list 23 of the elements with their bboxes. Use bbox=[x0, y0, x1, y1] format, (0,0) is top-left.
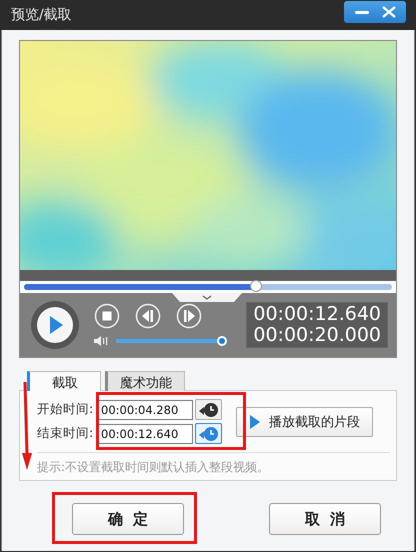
set-time-button[interactable] bbox=[195, 399, 222, 420]
hint-text: 提示:不设置截取时间则默认插入整段视频。 bbox=[37, 452, 390, 476]
play-button[interactable] bbox=[30, 300, 80, 350]
play-icon bbox=[249, 414, 261, 430]
play-segment-button[interactable]: 播放截取的片段 bbox=[236, 406, 373, 436]
collapse-tab[interactable] bbox=[172, 293, 242, 303]
total-time: 00:00:20.000 bbox=[253, 325, 381, 346]
close-icon[interactable] bbox=[380, 5, 398, 19]
current-time: 00:00:12.640 bbox=[253, 304, 381, 325]
next-frame-button[interactable] bbox=[176, 303, 202, 329]
time-input[interactable]: 00:00:04.280 bbox=[97, 400, 193, 420]
previous-frame-button[interactable] bbox=[135, 303, 161, 329]
field-label: 结束时间: bbox=[37, 425, 94, 442]
time-input[interactable]: 00:00:12.640 bbox=[97, 424, 193, 444]
field-label: 开始时间: bbox=[37, 401, 94, 418]
tab[interactable]: 截取 bbox=[27, 371, 101, 391]
tab[interactable]: 魔术功能 bbox=[105, 371, 185, 391]
window-title: 预览/截取 bbox=[11, 6, 72, 24]
cancel-button[interactable]: 取 消 bbox=[269, 503, 381, 535]
volume-slider[interactable] bbox=[116, 339, 224, 343]
ok-button[interactable]: 确 定 bbox=[72, 503, 184, 535]
stop-button[interactable] bbox=[94, 303, 120, 329]
speaker-icon[interactable] bbox=[94, 335, 110, 347]
